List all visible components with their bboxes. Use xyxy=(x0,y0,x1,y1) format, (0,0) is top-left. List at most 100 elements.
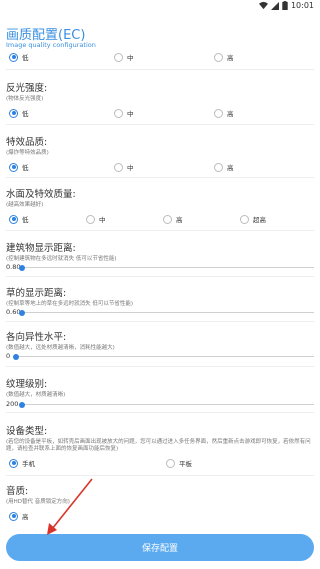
radio-label: 手机 xyxy=(22,460,35,468)
audio-option-high[interactable]: 高 xyxy=(9,511,29,521)
radio-label: 中 xyxy=(127,54,134,62)
divider xyxy=(6,321,314,322)
radio-label: 低 xyxy=(22,216,29,224)
effects-option-mid[interactable]: 中 xyxy=(114,162,134,172)
radio-label: 高 xyxy=(22,513,29,521)
slider-thumb[interactable] xyxy=(19,309,25,316)
divider xyxy=(6,124,314,125)
radio-unchecked-icon xyxy=(114,108,123,118)
section-title: 水面及特效质量: xyxy=(6,189,76,200)
slider-thumb[interactable] xyxy=(13,353,19,360)
slider-track[interactable] xyxy=(19,309,314,316)
radio-label: 中 xyxy=(99,216,106,224)
effects-option-high[interactable]: 高 xyxy=(214,162,234,172)
signal-icon xyxy=(270,1,279,10)
radio-label: 平板 xyxy=(179,460,192,468)
water-option-ultra[interactable]: 超高 xyxy=(240,214,266,224)
section-title: 特效品质: xyxy=(6,137,48,148)
water-radio-group: 低 中 高 超高 xyxy=(6,214,314,226)
divider xyxy=(6,412,314,413)
device-option-tablet[interactable]: 平板 xyxy=(166,458,192,468)
section-title: 反光强度: xyxy=(6,83,48,94)
wifi-icon xyxy=(258,1,268,10)
slider-value: 0 xyxy=(6,352,11,360)
radio-label: 高 xyxy=(227,54,234,62)
divider xyxy=(6,230,314,231)
slider-track[interactable] xyxy=(13,353,314,360)
top-partial-option-low[interactable]: 低 xyxy=(9,52,29,62)
radio-label: 低 xyxy=(22,54,29,62)
reflection-option-low[interactable]: 低 xyxy=(9,108,29,118)
anisotropy-slider[interactable]: 0 xyxy=(6,352,314,362)
reflection-radio-group: 低 中 高 xyxy=(6,108,314,120)
building-distance-slider[interactable]: 0.80 xyxy=(6,263,314,273)
battery-icon xyxy=(282,1,288,10)
water-section: 水面及特效质量: (越高效果越好) 低 中 高 超高 xyxy=(6,186,314,224)
device-radio-group: 手机 平板 xyxy=(6,458,314,470)
section-desc: (物体反光强度) xyxy=(6,96,44,102)
radio-unchecked-icon xyxy=(114,52,123,62)
radio-checked-icon xyxy=(9,458,18,468)
divider xyxy=(6,276,314,277)
radio-label: 低 xyxy=(22,110,29,118)
radio-unchecked-icon xyxy=(214,162,223,172)
radio-checked-icon xyxy=(9,214,18,224)
section-desc: (爆炸等特效品质) xyxy=(6,150,49,156)
effects-option-low[interactable]: 低 xyxy=(9,162,29,172)
section-title: 各向异性水平: xyxy=(6,332,67,343)
audio-section: 音质: (用HD替代 音质锁定方向) 高 xyxy=(6,483,314,521)
water-option-high[interactable]: 高 xyxy=(163,214,183,224)
status-bar: 10:01 xyxy=(0,0,320,14)
divider xyxy=(6,366,314,367)
top-partial-option-high[interactable]: 高 xyxy=(214,52,234,62)
section-desc: (数值越大，材质越清晰) xyxy=(6,392,66,398)
slider-track[interactable] xyxy=(19,401,314,408)
status-time: 10:01 xyxy=(290,1,314,10)
section-title: 建筑物显示距离: xyxy=(6,243,76,254)
status-icons: 10:01 xyxy=(258,1,314,10)
grass-distance-slider[interactable]: 0.60 xyxy=(6,308,314,318)
section-title: 草的显示距离: xyxy=(6,288,67,299)
section-title: 音质: xyxy=(6,486,29,497)
radio-label: 超高 xyxy=(253,216,266,224)
device-option-phone[interactable]: 手机 xyxy=(9,458,35,468)
radio-label: 低 xyxy=(22,164,29,172)
radio-unchecked-icon xyxy=(163,214,172,224)
radio-unchecked-icon xyxy=(214,52,223,62)
radio-checked-icon xyxy=(9,162,18,172)
audio-radio-group: 高 xyxy=(6,511,314,523)
slider-thumb[interactable] xyxy=(19,264,25,271)
radio-checked-icon xyxy=(9,108,18,118)
radio-checked-icon xyxy=(9,52,18,62)
top-partial-option-mid[interactable]: 中 xyxy=(114,52,134,62)
radio-label: 中 xyxy=(127,164,134,172)
divider xyxy=(6,475,314,476)
save-config-button[interactable]: 保存配置 xyxy=(6,534,314,561)
anisotropy-section: 各向异性水平: (数值越大，远处材质越清晰，消耗性能越大) 0 xyxy=(6,329,314,360)
slider-track[interactable] xyxy=(19,264,314,271)
water-option-mid[interactable]: 中 xyxy=(86,214,106,224)
section-title: 纹理级别: xyxy=(6,379,48,390)
effects-section: 特效品质: (爆炸等特效品质) 低 中 高 xyxy=(6,134,314,172)
texture-slider[interactable]: 200 xyxy=(6,400,314,410)
radio-unchecked-icon xyxy=(240,214,249,224)
reflection-option-high[interactable]: 高 xyxy=(214,108,234,118)
slider-thumb[interactable] xyxy=(19,401,25,408)
radio-label: 中 xyxy=(127,110,134,118)
slider-value: 200 xyxy=(6,400,19,408)
radio-checked-icon xyxy=(9,511,18,521)
radio-label: 高 xyxy=(227,164,234,172)
section-desc: (用HD替代 音质锁定方向) xyxy=(6,499,70,505)
section-desc: (越高效果越好) xyxy=(6,202,44,208)
radio-unchecked-icon xyxy=(214,108,223,118)
radio-label: 高 xyxy=(227,110,234,118)
texture-section: 纹理级别: (数值越大，材质越清晰) 200 xyxy=(6,376,314,408)
building-distance-section: 建筑物显示距离: (控制建筑物在多远时就消失 低可以节省性能) 0.80 xyxy=(6,240,314,271)
reflection-option-mid[interactable]: 中 xyxy=(114,108,134,118)
divider xyxy=(6,177,314,178)
section-desc: (若您的设备是平板，如转壳后画面出现被放大的问题，您可以通过进入多任务界面，然后… xyxy=(6,439,311,453)
radio-unchecked-icon xyxy=(86,214,95,224)
water-option-low[interactable]: 低 xyxy=(9,214,29,224)
top-partial-radio-group: 低 中 高 xyxy=(6,52,314,67)
section-title: 设备类型: xyxy=(6,426,48,437)
